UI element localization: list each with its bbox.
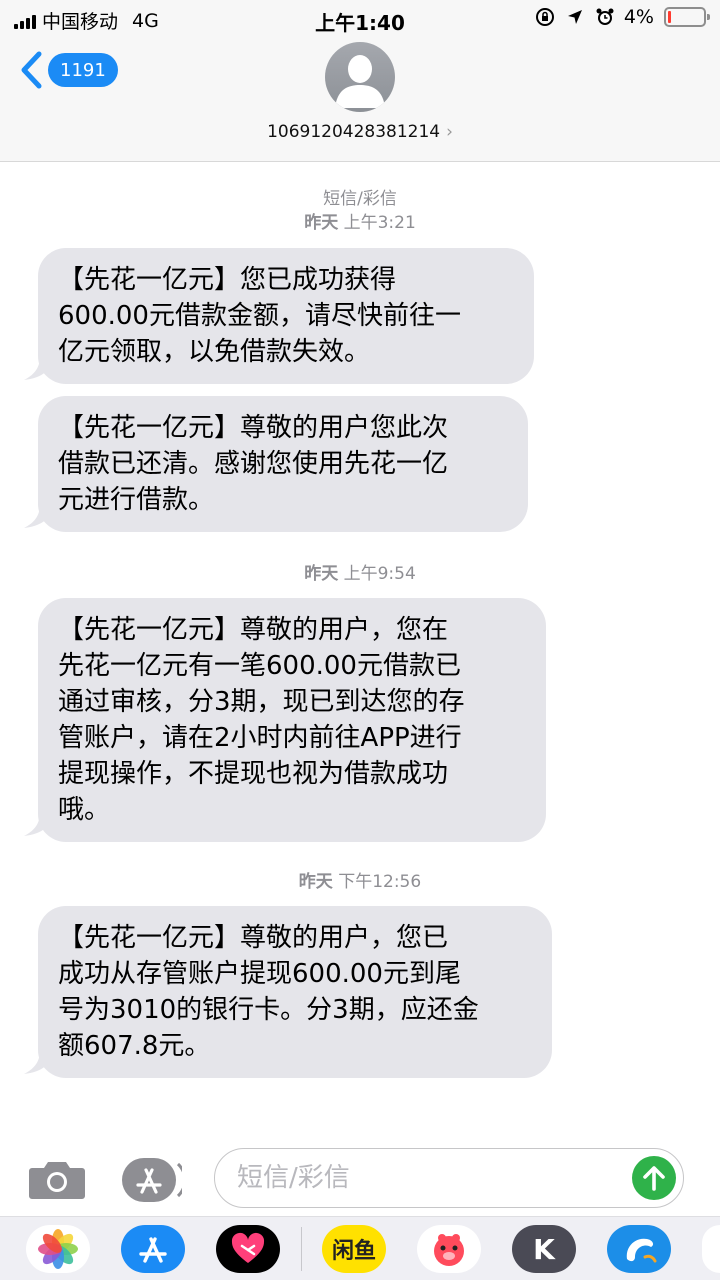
camera-icon	[29, 1162, 85, 1199]
message-line: 额607.8元。	[58, 1031, 211, 1061]
bubble-tail	[24, 1050, 54, 1074]
app-dolphin[interactable]	[607, 1225, 671, 1273]
drawer-divider	[301, 1227, 302, 1271]
app-store-icon	[139, 1237, 167, 1263]
app-photos[interactable]	[26, 1225, 90, 1273]
rotation-lock-icon	[534, 6, 556, 28]
message-line: 先花一亿元有一笔600.00元借款已	[58, 651, 461, 681]
contact-number: 1069120428381214	[267, 122, 441, 142]
k-app-icon: K	[533, 1232, 555, 1266]
message-line: 哦。	[58, 795, 111, 825]
app-k[interactable]: K	[512, 1225, 576, 1273]
chevron-left-icon	[21, 51, 42, 89]
timestamp-time: 下午12:56	[338, 872, 422, 892]
app-drawer: 闲鱼 K	[0, 1216, 720, 1280]
location-icon	[564, 6, 586, 28]
message-bubble[interactable]: 【先花一亿元】尊敬的用户您此次 借款已还清。感谢您使用先花一亿 元进行借款。	[38, 396, 528, 532]
compose-bar	[0, 1132, 720, 1216]
timestamp-time: 上午3:21	[343, 213, 416, 233]
contact-title[interactable]: 1069120428381214 ›	[0, 122, 720, 142]
battery-level-fill	[668, 11, 671, 23]
battery-icon	[664, 7, 710, 27]
message-bubble[interactable]: 【先花一亿元】您已成功获得 600.00元借款金额，请尽快前往一 亿元领取，以免…	[38, 248, 534, 384]
timestamp: 昨天 下午12:56	[0, 867, 720, 892]
message-line: 【先花一亿元】尊敬的用户，您在	[58, 615, 449, 645]
unread-count-badge: 1191	[48, 53, 118, 87]
app-heart[interactable]	[216, 1225, 280, 1273]
message-line: 提现操作，不提现也视为借款成功	[58, 759, 449, 789]
app-xianyu[interactable]: 闲鱼	[322, 1225, 386, 1273]
message-line: 借款已还清。感谢您使用先花一亿	[58, 449, 449, 479]
timestamp: 昨天 上午9:54	[0, 559, 720, 584]
app-partial[interactable]	[702, 1225, 720, 1273]
timestamp-day: 昨天	[304, 564, 339, 584]
message-line: 管账户，请在2小时内前往APP进行	[58, 723, 462, 753]
message-input[interactable]	[214, 1148, 684, 1208]
dolphin-app-icon	[626, 1238, 657, 1263]
pig-app-icon	[434, 1234, 464, 1266]
app-pig[interactable]	[417, 1225, 481, 1273]
message-line: 【先花一亿元】尊敬的用户，您已	[58, 923, 449, 953]
app-store-button[interactable]	[122, 1156, 187, 1204]
message-line: 成功从存管账户提现600.00元到尾	[58, 959, 461, 989]
timestamp: 昨天 上午3:21	[0, 208, 720, 233]
message-line: 通过审核，分3期，现已到达您的存	[58, 687, 465, 717]
message-line: 亿元领取，以免借款失效。	[58, 337, 371, 367]
message-bubble[interactable]: 【先花一亿元】尊敬的用户，您在 先花一亿元有一笔600.00元借款已 通过审核，…	[38, 598, 546, 842]
battery-percent: 4%	[623, 6, 654, 28]
send-button[interactable]	[632, 1156, 676, 1200]
app-app-store[interactable]	[121, 1225, 185, 1273]
timestamp-day: 昨天	[304, 213, 339, 233]
status-right: 4%	[534, 6, 710, 28]
bubble-tail	[24, 504, 54, 528]
alarm-icon	[594, 6, 616, 28]
person-silhouette-icon	[335, 55, 385, 108]
back-button[interactable]: 1191	[18, 50, 118, 90]
bubble-tail	[24, 812, 54, 836]
partial-app-icon	[702, 1225, 720, 1273]
camera-button[interactable]	[28, 1158, 86, 1200]
message-thread: 短信/彩信 昨天 上午3:21 【先花一亿元】您已成功获得 600.00元借款金…	[0, 162, 720, 1132]
arrow-up-icon	[643, 1166, 665, 1191]
message-line: 600.00元借款金额，请尽快前往一	[58, 301, 461, 331]
timestamp-day: 昨天	[298, 872, 333, 892]
navigation-header: 中国移动 4G 上午1:40 4% 1191 1069120428381214 …	[0, 0, 720, 162]
message-bubble[interactable]: 【先花一亿元】尊敬的用户，您已 成功从存管账户提现600.00元到尾 号为301…	[38, 906, 552, 1078]
chevron-right-icon: ›	[446, 122, 453, 142]
photos-icon	[38, 1229, 78, 1269]
message-line: 元进行借款。	[58, 485, 215, 515]
contact-avatar[interactable]	[325, 42, 395, 112]
heart-app-icon	[231, 1232, 265, 1263]
app-store-icon	[122, 1158, 187, 1202]
service-label: 短信/彩信	[323, 189, 397, 209]
status-bar: 中国移动 4G 上午1:40 4%	[0, 0, 720, 38]
timestamp-time: 上午9:54	[343, 564, 416, 584]
bubble-tail	[24, 356, 54, 380]
message-line: 【先花一亿元】尊敬的用户您此次	[58, 413, 449, 443]
message-line: 【先花一亿元】您已成功获得	[58, 265, 397, 295]
message-line: 号为3010的银行卡。分3期，应还金	[58, 995, 479, 1025]
xianyu-icon: 闲鱼	[331, 1239, 376, 1264]
